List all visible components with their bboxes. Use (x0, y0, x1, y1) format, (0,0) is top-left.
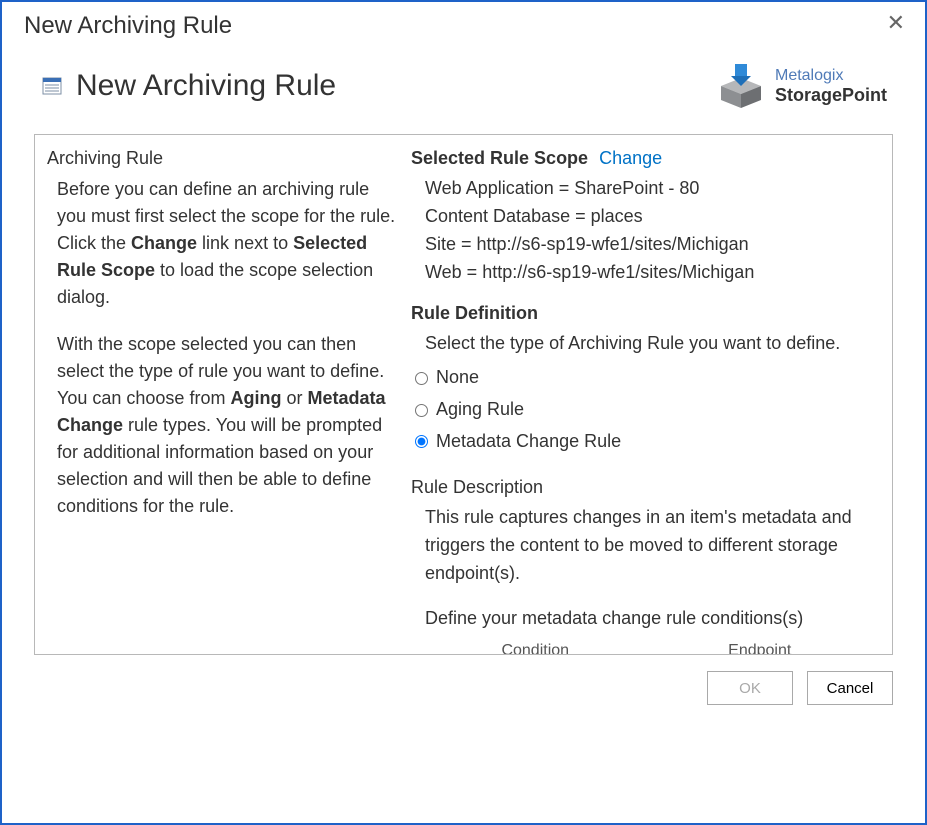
rule-description-body: This rule captures changes in an item's … (411, 504, 876, 588)
scope-header: Selected Rule Scope (411, 148, 588, 168)
radio-label: Aging Rule (436, 396, 524, 424)
header: New Archiving Rule Metalogix StoragePoin… (2, 40, 925, 120)
content-scroll[interactable]: Archiving Rule Before you can define an … (35, 135, 892, 654)
radio-aging-input[interactable] (415, 404, 428, 417)
conditions-col-endpoint: Endpoint (648, 637, 873, 654)
conditions-col-condition: Condition (423, 637, 648, 654)
ok-button[interactable]: OK (707, 671, 793, 705)
window-title: New Archiving Rule (2, 2, 925, 40)
radio-label: Metadata Change Rule (436, 428, 621, 456)
help-title: Archiving Rule (47, 145, 397, 172)
conditions-define-label: Define your metadata change rule conditi… (411, 605, 876, 633)
brand-bottom: StoragePoint (775, 85, 887, 106)
radio-none[interactable]: None (411, 364, 876, 392)
conditions-header-row: Condition Endpoint (423, 637, 872, 654)
storagepoint-icon (717, 62, 765, 110)
close-icon[interactable]: ✕ (881, 10, 911, 36)
scope-web: Web = http://s6-sp19-wfe1/sites/Michigan (425, 259, 876, 287)
help-text: link next to (197, 233, 293, 253)
form-panel: Selected Rule Scope Change Web Applicati… (411, 145, 876, 638)
rule-definition-sub: Select the type of Archiving Rule you wa… (411, 330, 876, 358)
content-frame: Archiving Rule Before you can define an … (34, 134, 893, 655)
brand-top: Metalogix (775, 67, 887, 85)
page-title: New Archiving Rule (76, 69, 336, 103)
radio-none-input[interactable] (415, 372, 428, 385)
dialog-buttons: OK Cancel (2, 655, 925, 705)
scope-site: Site = http://s6-sp19-wfe1/sites/Michiga… (425, 231, 876, 259)
help-bold: Aging (230, 388, 281, 408)
scope-webapp: Web Application = SharePoint - 80 (425, 175, 876, 203)
help-panel: Archiving Rule Before you can define an … (49, 145, 397, 638)
cancel-button[interactable]: Cancel (807, 671, 893, 705)
help-text: or (281, 388, 307, 408)
change-scope-link[interactable]: Change (599, 148, 662, 168)
rule-description-header: Rule Description (411, 474, 876, 502)
radio-label: None (436, 364, 479, 392)
brand-logo: Metalogix StoragePoint (717, 62, 887, 110)
scope-content-db: Content Database = places (425, 203, 876, 231)
radio-aging[interactable]: Aging Rule (411, 396, 876, 424)
radio-metadata-input[interactable] (415, 435, 428, 448)
form-icon (42, 76, 62, 96)
rule-definition-header: Rule Definition (411, 300, 876, 328)
radio-metadata[interactable]: Metadata Change Rule (411, 428, 876, 456)
help-bold: Change (131, 233, 197, 253)
